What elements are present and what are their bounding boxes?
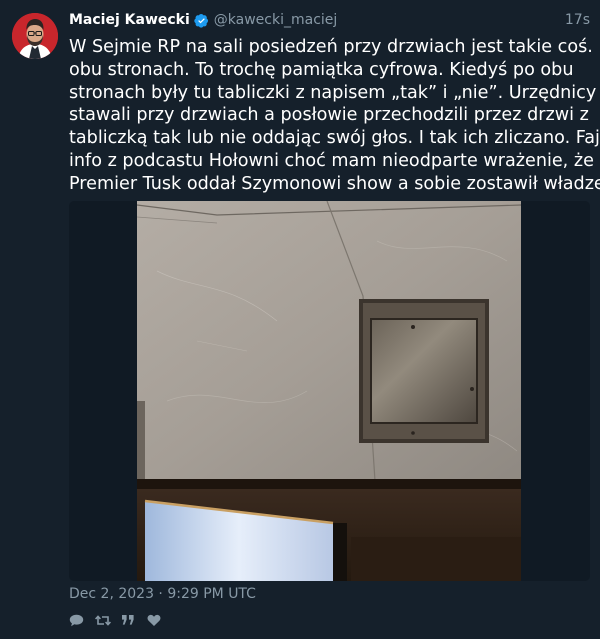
relative-timestamp[interactable]: 17s [565,12,590,28]
tweet-photo [137,201,521,581]
tweet-text-line: W Sejmie RP na sali posiedzeń przy drzwi… [69,37,600,57]
author-name[interactable]: Maciej Kawecki [69,12,190,28]
heart-icon[interactable] [147,612,173,628]
tweet-header: Maciej Kawecki @kawecki_maciej 17s [69,10,590,30]
tweet-text-line: obu stronach. To trochę pamiątka cyfrowa… [69,59,574,80]
reply-icon[interactable] [69,612,95,628]
tweet-text-line: stawali przy drzwiach a posłowie przecho… [69,105,589,126]
tweet-card: Maciej Kawecki @kawecki_maciej 17s W Sej… [0,0,600,639]
quote-icon[interactable] [121,612,147,628]
author-handle[interactable]: @kawecki_maciej [214,12,338,28]
retweet-icon[interactable] [95,612,121,628]
tweet-date[interactable]: Dec 2, 2023 · 9:29 PM UTC [69,586,256,602]
tweet-actions [69,612,173,628]
avatar-image [12,13,58,59]
tweet-text-line: stronach były tu tabliczki z napisem „ta… [69,82,597,103]
avatar[interactable] [12,13,58,59]
tweet-text: W Sejmie RP na sali posiedzeń przy drzwi… [69,36,600,196]
tweet-text-line: info z podcastu Hołowni choć mam nieodpa… [69,150,594,171]
verified-badge-icon [194,13,209,28]
tweet-text-line: tabliczką tak lub nie oddając swój głos.… [69,128,600,149]
media-container[interactable] [69,201,590,581]
tweet-text-line: Premier Tusk oddał Szymonowi show a sobi… [69,173,600,194]
